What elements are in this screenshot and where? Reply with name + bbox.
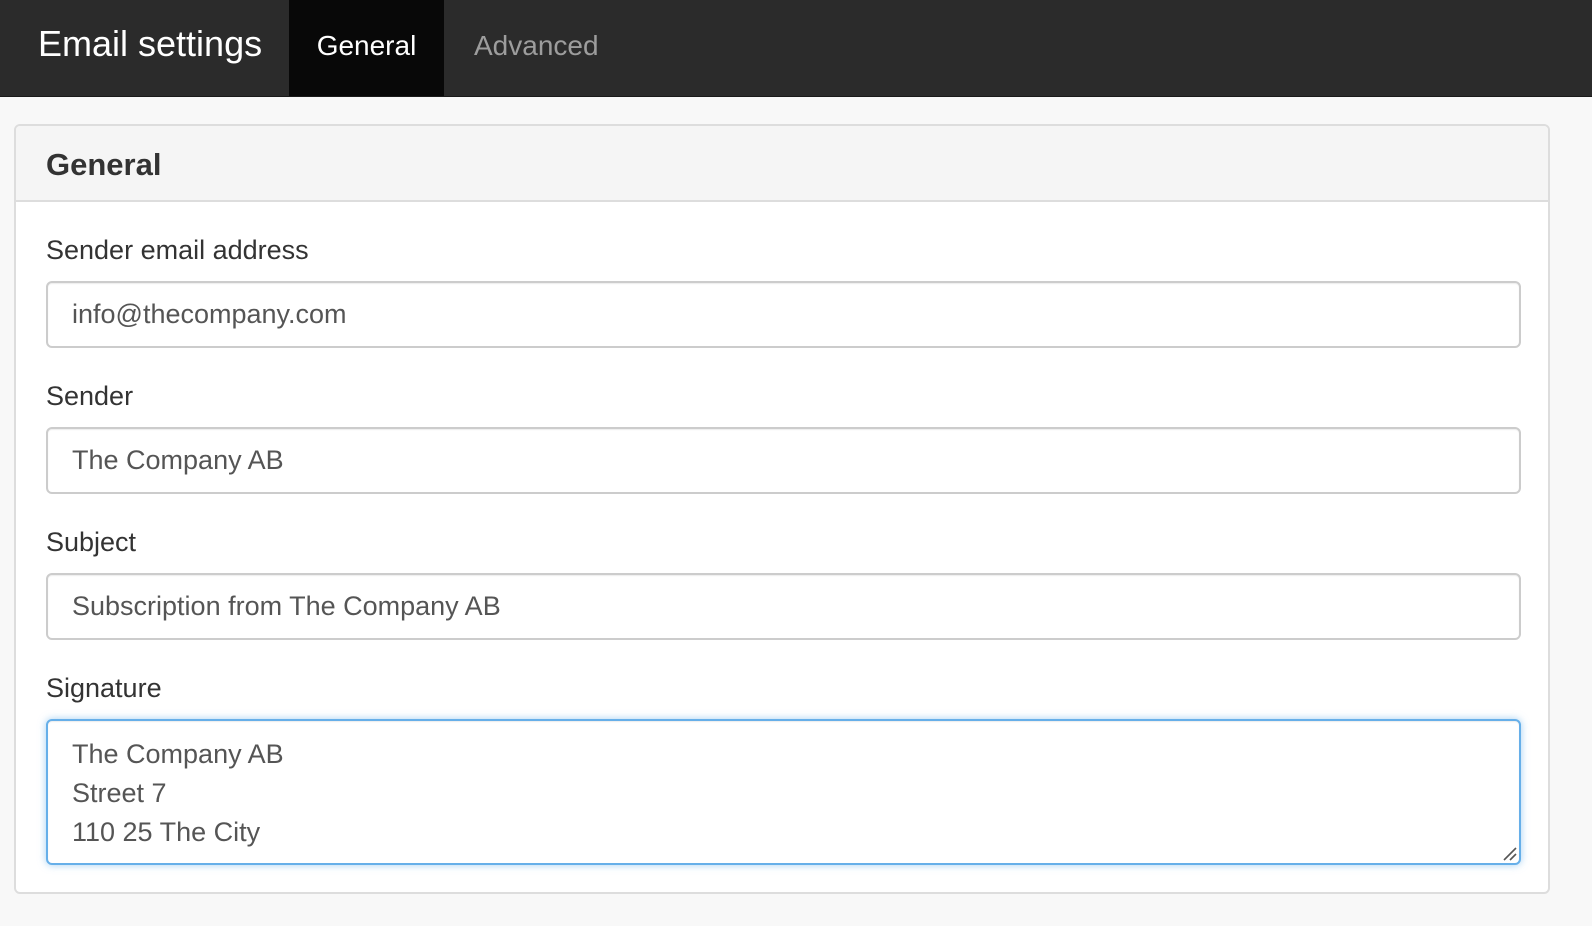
signature-line: 110 25 The City [72,817,261,847]
general-panel: General Sender email address Sender Subj… [14,124,1550,894]
signature-label: Signature [46,673,162,703]
signature-line: Street 7 [72,778,167,808]
sender-email-label: Sender email address [46,235,309,265]
signature-textarea[interactable]: The Company AB Street 7 110 25 The City [46,719,1521,865]
signature-line: The Company AB [72,739,284,769]
tab-advanced[interactable]: Advanced [444,0,629,96]
panel-heading: General [16,126,1548,202]
sender-field[interactable] [46,427,1521,494]
app-title[interactable]: Email settings [38,22,262,66]
subject-field[interactable] [46,573,1521,640]
tab-general[interactable]: General [289,0,444,96]
resize-handle-icon[interactable] [1501,845,1517,861]
subject-label: Subject [46,527,137,557]
sender-label: Sender [46,381,134,411]
sender-email-field[interactable] [46,281,1521,348]
top-navbar: Email settings General Advanced [0,0,1592,97]
panel-title: General [46,147,162,182]
